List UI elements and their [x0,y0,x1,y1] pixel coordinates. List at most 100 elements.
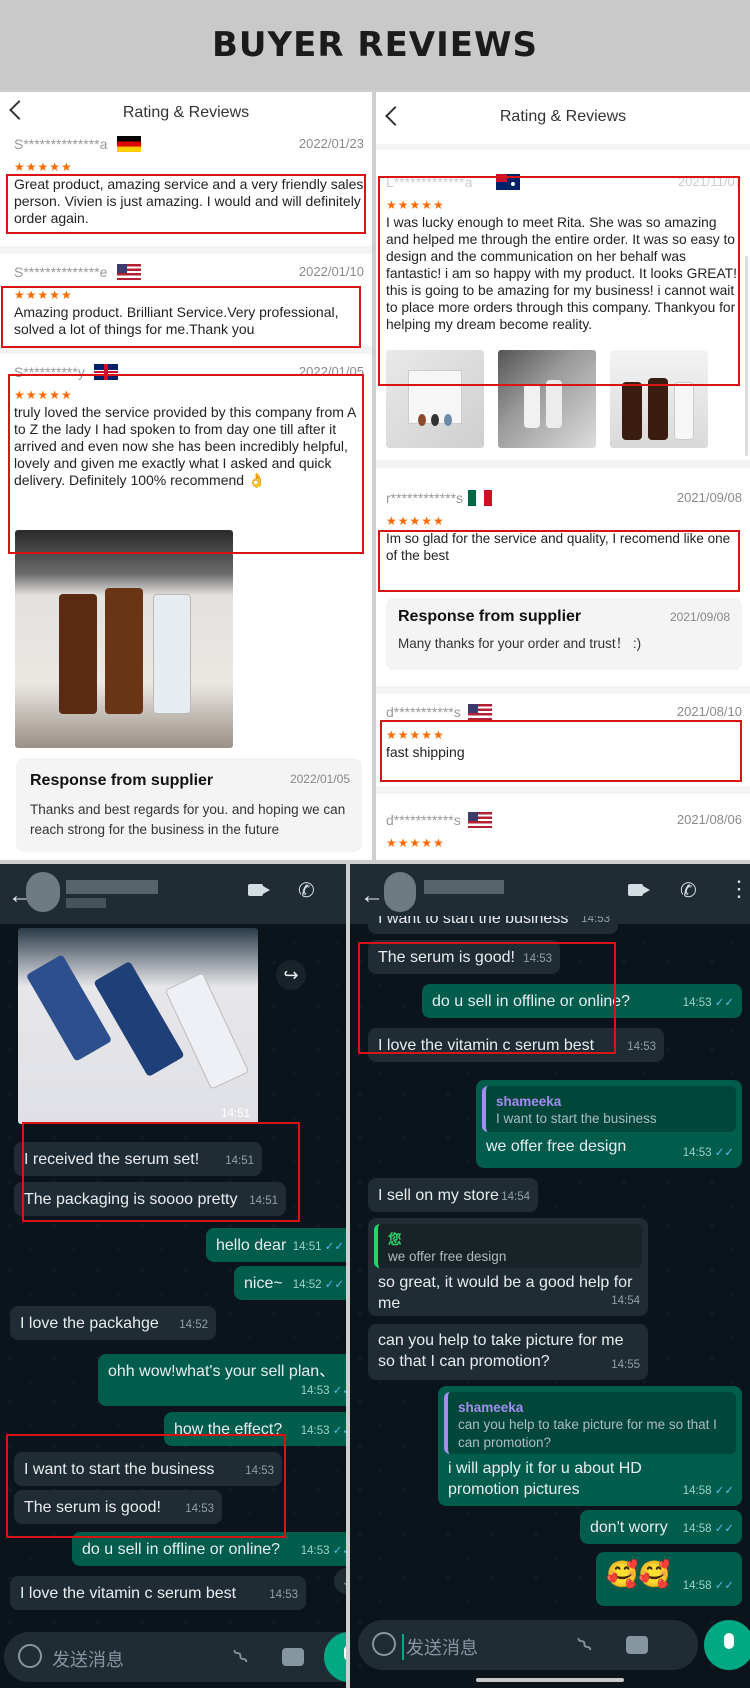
reviewer-name: d***********s [386,812,461,828]
attach-icon[interactable]: ⌇ [228,1644,254,1670]
photo-message[interactable]: 14:51 [18,928,258,1124]
banner-title: BUYER REVIEWS [212,25,538,65]
reply-message-bubble[interactable]: shameeka I want to start the business we… [476,1080,742,1168]
serum-bottle [153,594,191,714]
menu-dots-icon[interactable]: ⋮ [728,876,750,902]
reply-message-bubble[interactable]: shameeka can you help to take picture fo… [438,1386,742,1506]
message-time: 14:51 [221,1108,250,1120]
message-bubble[interactable]: hello dear 14:51 ✓✓ [206,1228,346,1262]
message-input-bar[interactable]: 发送消息 ⌇ [358,1620,698,1670]
home-indicator [476,1678,624,1682]
review-date: 2022/01/23 [298,136,364,151]
quote-text: we offer free design [388,1249,507,1264]
message-bubble[interactable]: don't worry 14:58 ✓✓ [580,1510,742,1544]
read-ticks-icon: ✓✓ [714,1485,734,1497]
message-bubble[interactable]: nice~ 14:52 ✓✓ [234,1266,346,1300]
message-text: we offer free design [486,1138,627,1155]
reviewer-name: S**************e [14,264,108,280]
message-text: hello dear [216,1237,287,1254]
highlight-box [22,1122,300,1222]
supplier-response-text: Many thanks for your order and trust！ :) [398,636,642,651]
review-photo[interactable] [15,530,233,748]
phone-icon[interactable]: ✆ [680,878,697,903]
message-text: I love the vitamin c serum best [20,1585,237,1602]
quoted-message[interactable]: shameeka can you help to take picture fo… [444,1392,736,1454]
reviews-header: Rating & Reviews [376,92,750,144]
germany-flag-icon [117,136,141,152]
emoji-icon[interactable] [372,1632,396,1656]
message-input[interactable]: 发送消息 [52,1646,124,1672]
mic-icon [724,1633,734,1649]
attach-icon[interactable]: ⌇ [572,1632,598,1658]
scrollbar[interactable] [745,256,748,456]
reviewer-name: d***********s [386,704,461,720]
message-time: 14:54 [501,1191,530,1203]
video-call-icon[interactable] [628,882,650,898]
mic-button[interactable] [704,1620,750,1670]
avatar[interactable] [26,872,60,912]
message-input[interactable]: 发送消息 [402,1634,478,1660]
quote-author: shameeka [496,1094,562,1109]
message-bubble[interactable]: I love the packahge 14:52 [10,1306,216,1340]
message-text: i will apply it for u about HD promotion… [448,1460,642,1498]
message-text: do u sell in offline or online? [82,1541,281,1558]
forward-icon[interactable]: ↪ [276,960,306,990]
supplier-response-title: Response from supplier [398,608,582,625]
message-time: 14:53 [269,1589,298,1601]
message-text: I sell on my store [378,1187,499,1204]
emoji-icon[interactable] [18,1644,42,1668]
divider [376,686,750,694]
highlight-box [8,374,364,554]
quoted-message[interactable]: 您 we offer free design [374,1224,642,1268]
read-ticks-icon: ✓✓ [332,1545,346,1557]
message-time: 14:58 ✓✓ [682,1580,734,1592]
review-date: 2022/01/10 [298,264,364,279]
quote-text: can you help to take picture for me so t… [458,1417,717,1450]
message-time: 14:53 [581,916,610,925]
message-bubble[interactable]: I want to start the business 14:53 [368,916,618,934]
read-ticks-icon: ✓✓ [714,997,734,1009]
message-time: 14:53 ✓✓ [301,1421,346,1442]
message-bubble[interactable]: I sell on my store 14:54 [368,1178,538,1212]
message-time: 14:51 ✓✓ [292,1241,344,1253]
chat-right: ← ✆ ⋮ I want to start the business 14:53 … [350,864,750,1688]
camera-icon[interactable] [282,1648,304,1666]
review-date: 2021/08/10 [676,704,742,719]
quoted-message[interactable]: shameeka I want to start the business [482,1086,736,1132]
reviews-panel-right: Rating & Reviews L*************a 2021/11… [376,92,750,860]
divider [0,246,372,254]
read-ticks-icon: ✓✓ [332,1425,346,1437]
camera-icon[interactable] [626,1636,648,1654]
mic-icon [344,1645,346,1661]
supplier-response-date: 2022/01/05 [289,772,350,786]
message-input-bar[interactable]: 发送消息 ⌇ [4,1632,346,1682]
avatar[interactable] [384,872,416,912]
chat-header: ← ✆ ⋮ [350,864,750,924]
reply-message-bubble[interactable]: 您 we offer free design so great, it woul… [368,1218,648,1316]
message-time: 14:52 ✓✓ [292,1279,344,1291]
message-text: nice~ [244,1275,283,1292]
back-icon[interactable]: ← [360,882,384,910]
usa-flag-icon [468,812,492,828]
emoji-message-bubble[interactable]: 🥰🥰 14:58 ✓✓ [596,1552,742,1606]
reviewer-name: S**************a [14,136,108,152]
serum-bottle [59,594,97,714]
message-bubble[interactable]: can you help to take picture for me so t… [368,1324,648,1380]
message-text: 🥰🥰 [606,1559,671,1589]
read-ticks-icon: ✓✓ [324,1279,344,1291]
contact-status-blurred [66,898,106,908]
banner: BUYER REVIEWS [0,0,750,90]
message-time: 14:54 [611,1295,640,1307]
reviews-header: Rating & Reviews [0,92,372,136]
review-date: 2021/09/08 [676,490,742,505]
message-text: can you help to take picture for me so t… [378,1332,624,1370]
supplier-response-date: 2021/09/08 [669,610,730,624]
phone-icon[interactable]: ✆ [298,878,315,903]
message-bubble[interactable]: I love the vitamin c serum best 14:53 [10,1576,306,1610]
message-bubble[interactable]: ohh wow!what's your sell plan、14:53 ✓✓ [98,1354,346,1406]
video-call-icon[interactable] [248,882,270,898]
message-time: 14:53 ✓✓ [682,1147,734,1159]
serum-bottle [105,588,143,714]
message-text: ohh wow!what's your sell plan、 [108,1363,336,1380]
read-ticks-icon: ✓✓ [714,1523,734,1535]
